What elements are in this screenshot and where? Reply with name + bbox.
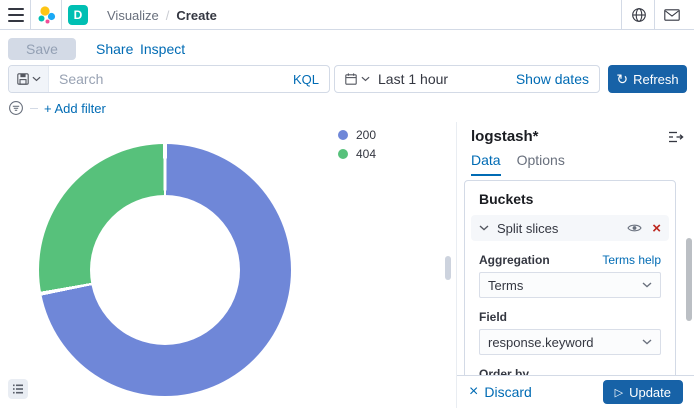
refresh-icon: ↻ [616,71,628,88]
search-input[interactable] [49,71,283,87]
legend-label: 200 [356,128,376,142]
filter-divider [30,108,38,109]
legend-item[interactable]: 404 [338,147,376,161]
breadcrumb: Visualize / Create [107,8,217,23]
collapse-panel-icon[interactable] [668,130,684,144]
field-label: Field [479,310,507,324]
field-select[interactable]: response.keyword [479,329,661,355]
close-icon: × [469,384,478,400]
tab-options[interactable]: Options [517,152,565,176]
kql-language-button[interactable]: KQL [283,72,329,87]
chevron-down-icon [479,225,489,231]
show-dates-button[interactable]: Show dates [516,71,599,87]
header-divider [30,0,31,30]
terms-help-link[interactable]: Terms help [602,253,661,267]
bucket-type-label: Split slices [497,221,558,236]
saved-query-menu-button[interactable] [9,66,49,92]
legend-dot [338,130,348,140]
discard-button[interactable]: × Discard [469,384,532,400]
field-section: Field response.keyword [471,298,669,355]
donut-hole [90,195,240,345]
menu-icon[interactable] [6,7,26,23]
panel-scroll-area: Buckets Split slices × Aggregation [457,178,694,375]
play-icon: ▷ [615,386,623,399]
tab-data[interactable]: Data [471,152,501,176]
index-pattern-title: logstash* [471,128,539,145]
vis-editor-panel: logstash* Data Options Buckets S [456,122,694,408]
inspect-button[interactable]: Inspect [140,41,185,57]
order-by-section: Order by Metric: Count [471,355,669,375]
search-bar: KQL [8,65,330,93]
list-icon [12,384,24,394]
buckets-heading: Buckets [479,191,669,207]
panel-resizer-handle[interactable] [445,256,451,280]
refresh-button[interactable]: ↻ Refresh [608,65,687,93]
aggregation-section: Aggregation Terms help Terms [471,241,669,298]
date-picker: Last 1 hour Show dates [334,65,600,93]
breadcrumb-visualize[interactable]: Visualize [107,8,159,23]
chevron-down-icon [361,76,370,82]
breadcrumb-create: Create [176,8,216,23]
legend-dot [338,149,348,159]
header-divider [621,0,622,30]
breadcrumb-separator: / [166,8,170,23]
space-avatar[interactable]: D [68,5,88,25]
save-query-icon [17,73,29,85]
legend-item[interactable]: 200 [338,128,376,142]
kibana-app: D Visualize / Create Save Share Inspect [0,0,694,408]
chevron-down-icon [642,282,652,288]
chart-legend: 200 404 [338,128,376,161]
remove-bucket-icon[interactable]: × [652,221,661,236]
order-by-label: Order by [479,367,529,375]
chevron-down-icon [32,76,41,82]
legend-toggle-button[interactable] [8,379,28,399]
split-slices-row[interactable]: Split slices × [471,215,669,241]
chevron-down-icon [642,339,652,345]
save-button[interactable]: Save [8,38,76,60]
date-quick-menu-button[interactable] [335,73,378,85]
filter-bar: + Add filter [8,99,106,117]
time-range-value[interactable]: Last 1 hour [378,71,448,87]
calendar-icon [345,73,357,85]
elastic-logo-icon[interactable] [36,5,58,25]
share-button[interactable]: Share [96,41,133,57]
update-button[interactable]: ▷ Update [603,380,683,404]
header-divider [61,0,62,30]
legend-label: 404 [356,147,376,161]
eye-icon[interactable] [627,223,642,233]
panel-footer: × Discard ▷ Update [457,375,694,408]
filter-icon[interactable] [8,100,24,116]
donut-chart[interactable] [39,144,291,396]
panel-scrollbar-thumb[interactable] [686,238,692,321]
panel-tabs: Data Options [471,152,565,176]
top-navbar: D Visualize / Create [0,0,694,30]
buckets-card: Buckets Split slices × Aggregation [464,180,676,375]
add-filter-button[interactable]: + Add filter [44,101,106,116]
aggregation-label: Aggregation [479,253,550,267]
globe-icon[interactable] [626,6,652,24]
header-divider [654,0,655,30]
mail-icon[interactable] [657,6,687,24]
aggregation-select[interactable]: Terms [479,272,661,298]
